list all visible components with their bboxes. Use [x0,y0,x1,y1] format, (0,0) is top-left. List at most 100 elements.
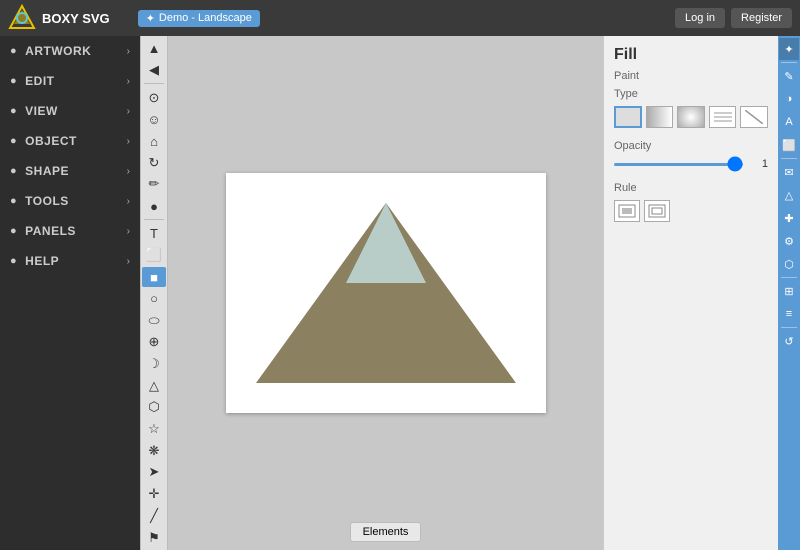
canvas-container [226,173,546,413]
nav-icon-tools: ● [10,195,17,207]
nav-icon-panels: ● [10,225,17,237]
right-panel: Fill Paint Type Opacity 1 [603,36,778,550]
star-tool[interactable]: ☆ [142,419,166,440]
nav-item-view[interactable]: ● VIEW › [0,96,140,126]
nav-chevron-tools: › [127,196,130,207]
fr-mail[interactable]: ✉ [779,161,799,183]
nav-item-edit[interactable]: ● EDIT › [0,66,140,96]
left-nav: ● ARTWORK › ● EDIT › ● VIEW › ● OBJECT ›… [0,36,140,550]
nav-item-panels[interactable]: ● PANELS › [0,216,140,246]
line-tool[interactable]: ╱ [142,505,166,526]
fr-add[interactable]: ✚ [779,207,799,229]
fr-settings[interactable]: ⚙ [779,230,799,252]
logo-text: BOXY SVG [42,11,110,26]
nav-chevron-object: › [127,136,130,147]
nav-label-artwork: ARTWORK [25,44,91,58]
fr-rect[interactable]: ⬜ [779,134,799,156]
nav-icon-shape: ● [10,165,17,177]
arrow-tool[interactable]: ➤ [142,462,166,483]
fr-separator-4 [781,158,797,159]
login-button[interactable]: Log in [675,8,725,28]
elements-tab[interactable]: Elements [350,522,422,542]
type-label: Type [614,88,768,100]
type-solid[interactable] [614,106,642,128]
flag-tool[interactable]: ⚑ [142,527,166,548]
pattern-icon [714,110,732,124]
select-tool[interactable]: ▲ [142,38,166,59]
nav-icon-view: ● [10,105,17,117]
pencil-tool[interactable]: ● [142,196,166,217]
ellipse-tool[interactable]: ⬭ [142,310,166,331]
canvas-area: Elements [168,36,603,550]
rotate-tool[interactable]: ↻ [142,152,166,173]
none-icon [745,110,763,124]
target-tool[interactable]: ⊕ [142,332,166,353]
fr-list[interactable]: ≡ [779,303,799,325]
fr-edit[interactable]: ✎ [779,65,799,87]
crop-tool[interactable]: ⬜ [142,245,166,266]
fr-text[interactable]: A [779,111,799,133]
paint-label: Paint [614,70,768,82]
auth-buttons: Log in Register [675,8,792,28]
nav-label-help: HELP [25,254,59,268]
transform-tool[interactable]: ⊙ [142,87,166,108]
tool-separator-7 [144,219,164,220]
nav-icon-edit: ● [10,75,17,87]
node-tool[interactable]: ☺ [142,109,166,130]
artwork-svg [226,173,546,413]
flower-tool[interactable]: ❋ [142,440,166,461]
main: ● ARTWORK › ● EDIT › ● VIEW › ● OBJECT ›… [0,36,800,550]
pen-tool[interactable]: ✏ [142,174,166,195]
fr-hex[interactable]: ⬡ [779,253,799,275]
rule-section: Rule [614,182,768,222]
nav-item-shape[interactable]: ● SHAPE › [0,156,140,186]
fr-grid[interactable]: ⊞ [779,280,799,302]
logo: BOXY SVG [8,4,110,32]
nav-icon-help: ● [10,255,17,267]
type-none[interactable] [740,106,768,128]
type-options [614,106,768,128]
register-button[interactable]: Register [731,8,792,28]
text-tool[interactable]: T [142,223,166,244]
circle-tool[interactable]: ○ [142,288,166,309]
path-tool[interactable]: ⌂ [142,131,166,152]
type-linear[interactable] [646,106,674,128]
rect-active-tool[interactable]: ■ [142,267,166,288]
fr-triangle[interactable]: △ [779,184,799,206]
opacity-label: Opacity [614,140,768,152]
nav-chevron-edit: › [127,76,130,87]
far-right-strip: ✦ ✎◑A⬜ ✉△✚⚙⬡ ⊞≡ ↺ [778,36,800,550]
arc-tool[interactable]: ☽ [142,354,166,375]
pointer-tool[interactable]: ◀ [142,60,166,81]
nav-item-artwork[interactable]: ● ARTWORK › [0,36,140,66]
rule-nonzero[interactable] [614,200,640,222]
nav-label-shape: SHAPE [25,164,69,178]
triangle-tool[interactable]: △ [142,375,166,396]
type-pattern[interactable] [709,106,737,128]
fr-select[interactable]: ✦ [779,38,799,60]
nav-chevron-artwork: › [127,46,130,57]
nav-label-view: VIEW [25,104,58,118]
opacity-row: 1 [614,158,768,170]
opacity-section: Opacity 1 [614,140,768,170]
nav-item-tools[interactable]: ● TOOLS › [0,186,140,216]
fill-section: Fill Paint Type [614,46,768,128]
rule-evenodd[interactable] [644,200,670,222]
nav-item-help[interactable]: ● HELP › [0,246,140,276]
fr-fill[interactable]: ◑ [779,88,799,110]
nav-label-object: OBJECT [25,134,77,148]
opacity-slider[interactable] [614,163,743,166]
fr-separator-0 [781,62,797,63]
type-radial[interactable] [677,106,705,128]
cross-tool[interactable]: ✛ [142,484,166,505]
demo-badge: ✦ Demo - Landscape [138,10,260,27]
nav-chevron-panels: › [127,226,130,237]
fr-undo[interactable]: ↺ [779,330,799,352]
fill-title: Fill [614,46,768,64]
rule-evenodd-icon [648,204,666,218]
tool-separator-1 [144,83,164,84]
top-bar: BOXY SVG ✦ Demo - Landscape Log in Regis… [0,0,800,36]
nav-item-object[interactable]: ● OBJECT › [0,126,140,156]
demo-star: ✦ [146,12,155,25]
polygon-tool[interactable]: ⬡ [142,397,166,418]
